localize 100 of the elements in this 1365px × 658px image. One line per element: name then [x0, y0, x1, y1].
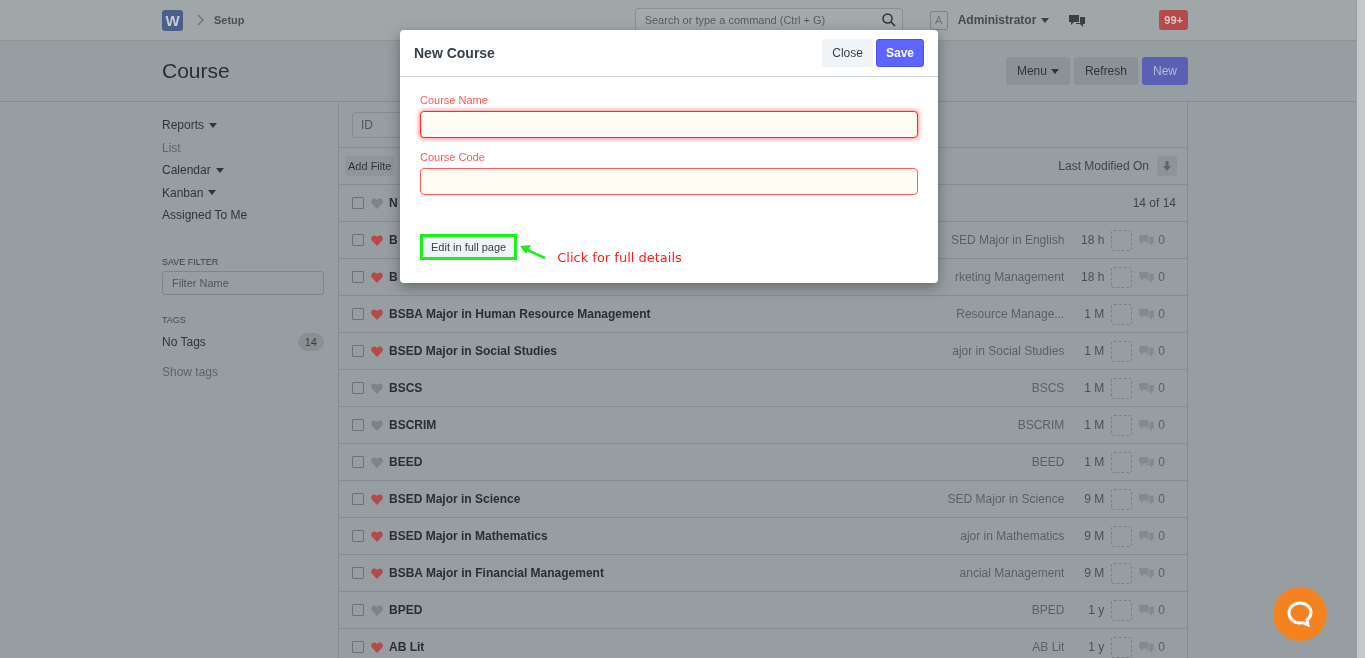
checkbox[interactable] — [352, 530, 364, 542]
sort-order-button[interactable] — [1157, 156, 1177, 176]
heart-icon[interactable] — [371, 308, 383, 320]
section-heading: TAGS — [162, 314, 186, 325]
chat-button[interactable] — [1273, 587, 1327, 641]
menu-button[interactable]: Menu — [1005, 57, 1070, 85]
chat-bubble-icon — [1287, 601, 1313, 627]
filter-name-field[interactable]: Filter Name — [162, 270, 324, 295]
record-subtitle: AB Lit — [1032, 640, 1065, 654]
user-menu[interactable]: Administrator — [957, 13, 1050, 27]
assign-placeholder[interactable] — [1111, 266, 1133, 288]
checkbox[interactable] — [352, 345, 364, 357]
checkbox[interactable] — [352, 493, 364, 505]
record-title[interactable]: BSED Major in Mathematics — [389, 529, 548, 543]
app-logo[interactable]: W — [162, 9, 183, 31]
heart-icon[interactable] — [371, 493, 383, 505]
comment-count: 0 — [1158, 307, 1165, 321]
edit-full-page-button[interactable]: Edit in full page — [420, 234, 518, 260]
record-subtitle: ajor in Mathematics — [960, 529, 1065, 543]
heart-icon[interactable] — [371, 641, 383, 653]
heart-icon[interactable] — [371, 604, 383, 616]
caret-icon — [1050, 68, 1059, 74]
checkbox[interactable] — [352, 234, 364, 246]
record-title[interactable]: BSED Major in Science — [389, 492, 521, 506]
record-title[interactable]: BSCRIM — [389, 418, 437, 432]
record-title[interactable]: AB Lit — [389, 640, 425, 654]
caret-icon — [1041, 17, 1050, 23]
text-field[interactable] — [420, 111, 918, 138]
record-title[interactable]: BSCS — [389, 381, 423, 395]
checkbox[interactable] — [352, 308, 364, 320]
assign-placeholder[interactable] — [1111, 636, 1133, 658]
heart-icon[interactable] — [371, 530, 383, 542]
sidebar-item[interactable]: Kanban — [162, 185, 217, 200]
heart-icon[interactable] — [371, 456, 383, 468]
record-title[interactable]: BSBA Major in Financial Management — [389, 566, 604, 580]
save-button[interactable]: Save — [875, 39, 924, 67]
checkbox[interactable] — [352, 641, 364, 653]
checkbox[interactable] — [352, 604, 364, 616]
record-subtitle: BEED — [1031, 455, 1065, 469]
record-title[interactable]: BPED — [389, 603, 423, 617]
record-title[interactable]: B — [389, 233, 398, 247]
column-header: N — [389, 196, 398, 210]
checkbox[interactable] — [352, 197, 364, 209]
heart-icon[interactable] — [371, 271, 383, 283]
add-filter-button[interactable]: Add Filte — [345, 156, 395, 176]
annotation-text: Click for full details — [557, 250, 682, 265]
refresh-button[interactable]: Refresh — [1073, 57, 1138, 85]
record-title[interactable]: BEED — [389, 455, 423, 469]
modified-time: 18 h — [1079, 233, 1105, 247]
modified-time: 18 h — [1079, 270, 1105, 284]
checkbox[interactable] — [352, 567, 364, 579]
heart-icon[interactable] — [371, 382, 383, 394]
assign-placeholder[interactable] — [1111, 377, 1133, 399]
record-subtitle: SED Major in English — [950, 233, 1065, 247]
chevron-right-icon — [197, 14, 205, 26]
notification-badge[interactable]: 99+ — [1159, 10, 1188, 30]
sort-selector[interactable]: Last Modified On — [1058, 159, 1149, 173]
new-button[interactable]: New — [1142, 57, 1188, 85]
checkbox[interactable] — [352, 456, 364, 468]
assign-placeholder[interactable] — [1111, 599, 1133, 621]
tag-item[interactable]: No Tags — [162, 334, 206, 349]
checkbox[interactable] — [352, 382, 364, 394]
record-title[interactable]: BSBA Major in Human Resource Management — [389, 307, 651, 321]
sidebar-item[interactable]: Reports — [162, 118, 218, 132]
assign-placeholder[interactable] — [1111, 303, 1133, 325]
heart-icon[interactable] — [371, 419, 383, 431]
comment-count: 0 — [1158, 529, 1165, 543]
breadcrumb-link[interactable]: Setup — [214, 14, 245, 26]
checkbox[interactable] — [352, 419, 364, 431]
sidebar-item[interactable]: Assigned To Me — [162, 208, 248, 222]
assign-placeholder[interactable] — [1111, 414, 1133, 436]
search-field[interactable]: Search or type a command (Ctrl + G) — [634, 8, 903, 32]
modified-time: 1 M — [1083, 418, 1105, 432]
comment-count: 0 — [1158, 381, 1165, 395]
record-subtitle: ancial Management — [959, 566, 1065, 580]
comment-count: 0 — [1158, 418, 1165, 432]
record-subtitle: ajor in Social Studies — [952, 344, 1065, 358]
assign-placeholder[interactable] — [1111, 562, 1133, 584]
close-button[interactable]: Close — [822, 39, 873, 67]
chat-icon[interactable] — [1069, 13, 1086, 27]
assign-placeholder[interactable] — [1111, 525, 1133, 547]
comment-count: 0 — [1158, 233, 1165, 247]
heart-icon[interactable] — [371, 234, 383, 246]
assign-placeholder[interactable] — [1111, 451, 1133, 473]
modal-title: New Course — [414, 45, 495, 61]
scrollbar[interactable] — [1356, 0, 1365, 658]
assign-placeholder[interactable] — [1111, 488, 1133, 510]
heart-icon[interactable] — [371, 567, 383, 579]
checkbox[interactable] — [352, 271, 364, 283]
sidebar-item[interactable]: Calendar — [162, 163, 224, 177]
assign-placeholder[interactable] — [1111, 340, 1133, 362]
heart-icon[interactable] — [371, 345, 383, 357]
modified-time: 1 y — [1087, 640, 1105, 654]
record-title[interactable]: B — [389, 270, 398, 284]
assign-placeholder[interactable] — [1111, 229, 1133, 251]
comment-count: 0 — [1158, 455, 1165, 469]
record-title[interactable]: BSED Major in Social Studies — [389, 344, 558, 358]
heart-icon[interactable] — [371, 197, 383, 209]
comment-count: 0 — [1158, 344, 1165, 358]
text-field[interactable] — [420, 168, 918, 195]
